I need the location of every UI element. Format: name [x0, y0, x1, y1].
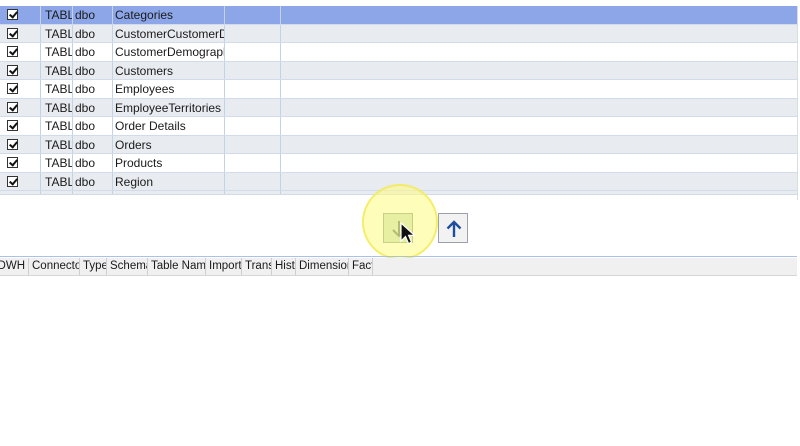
row-checkbox[interactable]	[7, 120, 18, 131]
extra-cell	[225, 154, 281, 172]
object-type-cell: TABLE	[41, 43, 73, 61]
object-type-cell: TABLE	[41, 6, 73, 24]
column-header-dwh[interactable]: DWH	[0, 258, 29, 275]
table-name-cell: CustomerCustomerDemo	[113, 24, 225, 42]
object-type-cell: TABLE	[41, 61, 73, 79]
table-name-cell: Order Details	[113, 117, 225, 135]
partial-cell	[113, 191, 225, 194]
table-name-cell: CustomerDemographics	[115, 43, 225, 61]
row-checkbox[interactable]	[7, 138, 18, 150]
partial-cell	[0, 191, 41, 194]
schema-cell: dbo	[73, 43, 113, 61]
schema-cell: dbo	[73, 24, 113, 42]
table-name-cell: Orders	[113, 135, 225, 153]
column-header-hist[interactable]: Hist	[272, 258, 296, 275]
table-row[interactable]: TABLEdboRegion	[0, 172, 797, 191]
move-up-button[interactable]	[438, 213, 468, 243]
extra-cell	[225, 24, 281, 42]
column-header-import[interactable]: Import	[206, 258, 242, 275]
row-select-cell	[0, 117, 41, 135]
row-checkbox[interactable]	[7, 64, 18, 76]
row-checkbox[interactable]	[7, 157, 18, 168]
row-checkbox[interactable]	[7, 46, 18, 57]
table-row[interactable]: TABLEdboCategories	[0, 6, 797, 25]
target-grid-body[interactable]	[0, 276, 797, 446]
object-type-cell: TABLE	[41, 117, 73, 135]
table-name-cell: Region	[113, 172, 225, 190]
row-checkbox[interactable]	[7, 175, 18, 187]
schema-cell: dbo	[73, 135, 113, 153]
row-checkbox[interactable]	[7, 83, 18, 94]
move-down-button[interactable]	[383, 213, 413, 243]
app-window: TABLEdboCategoriesTABLEdboCustomerCustom…	[0, 0, 800, 446]
schema-cell: dbo	[73, 61, 113, 79]
schema-cell: dbo	[73, 154, 113, 172]
extra-cell	[225, 80, 281, 98]
row-select-cell	[0, 80, 41, 98]
column-header-type[interactable]: Type	[80, 258, 107, 275]
row-select-cell	[0, 172, 41, 190]
row-checkbox[interactable]	[7, 101, 18, 113]
extra-cell	[225, 135, 281, 153]
column-header-fact[interactable]: Fact	[349, 258, 373, 275]
table-name-cell: EmployeeTerritories	[113, 98, 225, 116]
partial-cell	[225, 191, 281, 194]
extra-cell	[225, 172, 281, 190]
extra-cell	[225, 61, 281, 79]
schema-cell: dbo	[73, 172, 113, 190]
object-type-cell: TABLE	[41, 172, 73, 190]
table-row-partial	[0, 191, 797, 195]
partial-cell	[73, 191, 113, 194]
schema-cell: dbo	[73, 117, 113, 135]
column-header-dimension[interactable]: Dimension	[296, 258, 349, 275]
table-name-cell: Employees	[113, 80, 225, 98]
schema-cell: dbo	[73, 98, 113, 116]
column-header-schema[interactable]: Schema	[107, 258, 148, 275]
row-checkbox[interactable]	[7, 27, 18, 39]
table-name-cell: Products	[113, 154, 225, 172]
grid-separator	[0, 256, 797, 257]
table-name-cell: Customers	[113, 61, 225, 79]
row-select-cell	[0, 61, 41, 79]
column-header-table-name[interactable]: Table Name	[148, 258, 206, 275]
arrow-down-icon	[392, 221, 406, 238]
target-grid-header: DWHConnectorTypeSchemaTable NameImportTr…	[0, 258, 797, 276]
table-row[interactable]: TABLEdboOrder Details	[0, 117, 797, 136]
row-select-cell	[0, 43, 41, 61]
table-name-cell: Categories	[113, 6, 225, 24]
object-type-cell: TABLE	[41, 98, 73, 116]
row-select-cell	[0, 154, 41, 172]
table-row[interactable]: TABLEdboEmployees	[0, 80, 797, 99]
extra-cell	[225, 117, 281, 135]
schema-cell: dbo	[73, 6, 113, 24]
table-row[interactable]: TABLEdboEmployeeTerritories	[0, 98, 797, 117]
arrow-up-icon	[446, 220, 462, 237]
table-row[interactable]: TABLEdboCustomers	[0, 61, 797, 80]
table-row[interactable]: TABLEdboCustomerCustomerDemo	[0, 24, 797, 43]
source-tables-grid[interactable]: TABLEdboCategoriesTABLEdboCustomerCustom…	[0, 6, 798, 200]
column-header-connector[interactable]: Connector	[29, 258, 80, 275]
object-type-cell: TABLE	[41, 80, 73, 98]
extra-cell	[225, 98, 281, 116]
extra-cell	[225, 43, 281, 61]
table-row[interactable]: TABLEdboProducts	[0, 154, 797, 173]
table-row[interactable]: TABLEdboOrders	[0, 135, 797, 154]
extra-cell	[225, 6, 281, 24]
row-select-cell	[0, 98, 41, 116]
object-type-cell: TABLE	[41, 24, 73, 42]
row-checkbox[interactable]	[7, 9, 18, 20]
object-type-cell: TABLE	[41, 154, 73, 172]
row-select-cell	[0, 6, 41, 24]
schema-cell: dbo	[73, 80, 113, 98]
column-header-trans[interactable]: Trans	[242, 258, 272, 275]
object-type-cell: TABLE	[41, 135, 73, 153]
row-select-cell	[0, 135, 41, 153]
partial-cell	[41, 191, 73, 194]
table-row[interactable]: TABLEdboCustomerDemographics	[0, 43, 797, 62]
row-select-cell	[0, 24, 41, 42]
